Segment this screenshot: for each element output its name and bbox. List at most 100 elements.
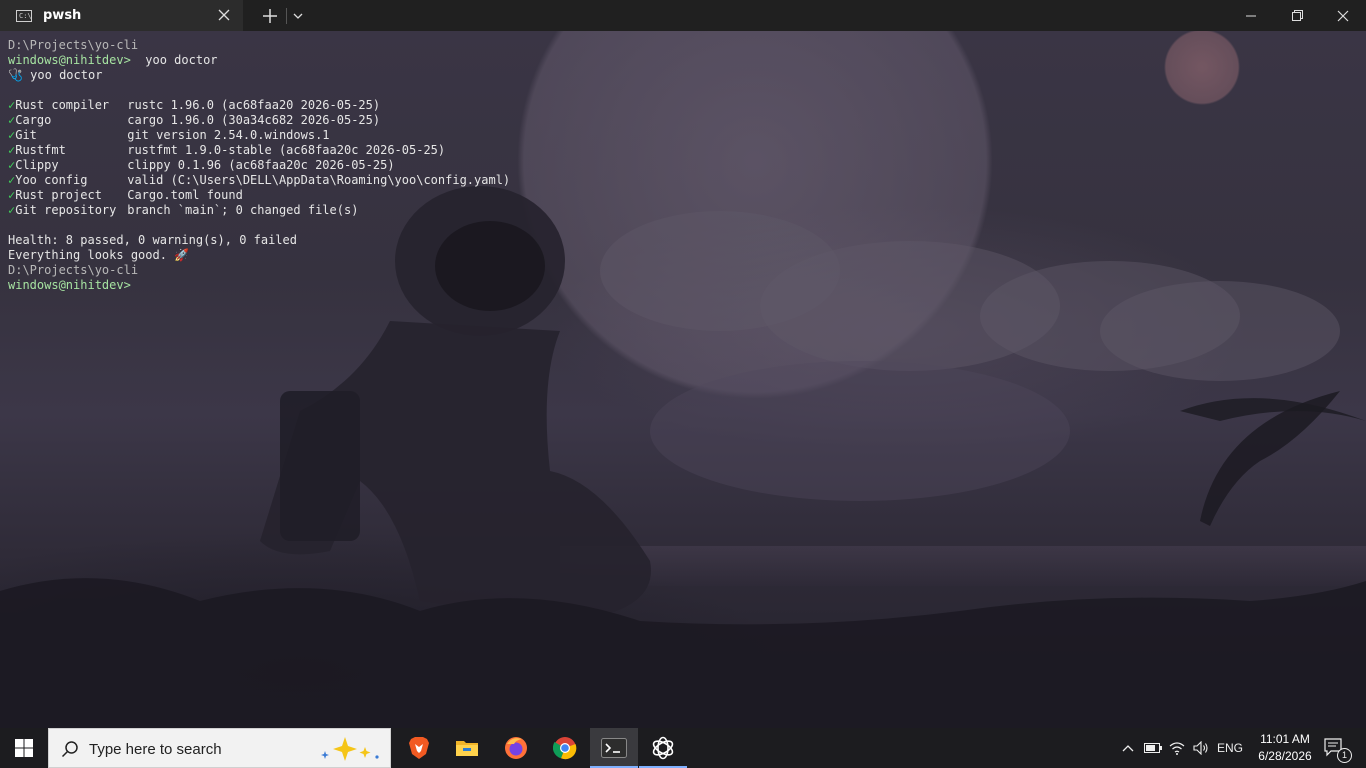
foreground-grass	[0, 578, 1366, 728]
search-box[interactable]: Type here to search	[48, 728, 391, 768]
check-name: Git repository	[15, 203, 117, 217]
notifications-button[interactable]: 1	[1318, 728, 1352, 768]
check-name: Rust project	[15, 188, 102, 202]
check-icon: ✓	[8, 143, 16, 157]
check-value: git version 2.54.0.windows.1	[127, 128, 330, 142]
current-directory: D:\Projects\yo-cli	[8, 263, 139, 277]
language-indicator[interactable]: ENG	[1214, 728, 1246, 768]
new-tab-icon[interactable]	[263, 9, 277, 23]
shell-prompt: windows@nihitdev>	[8, 278, 131, 292]
show-hidden-icons-button[interactable]	[1118, 728, 1138, 768]
taskbar-file-explorer[interactable]	[443, 728, 491, 768]
check-name: Cargo	[15, 113, 52, 127]
check-icon: ✓	[8, 113, 16, 127]
check-icon: ✓	[8, 158, 16, 172]
check-value: cargo 1.96.0 (30a34c682 2026-05-25)	[127, 113, 381, 127]
restore-button[interactable]	[1274, 0, 1320, 31]
terminal-line: ✓Yoo config valid (C:\Users\DELL\AppData\…	[8, 173, 1358, 188]
volume-button[interactable]	[1190, 728, 1212, 768]
terminal-line: Health: 8 passed, 0 warning(s), 0 failed	[8, 233, 1358, 248]
firefox-icon	[505, 737, 527, 759]
terminal-line: ✓Rust compiler rustc 1.96.0 (ac68faa20 20…	[8, 98, 1358, 113]
chevron-up-icon	[1122, 745, 1134, 752]
windows-logo-icon	[15, 739, 33, 757]
terminal-line: D:\Projects\yo-cli	[8, 263, 1358, 278]
check-name: Rust compiler	[15, 98, 110, 112]
search-placeholder: Type here to search	[89, 741, 222, 758]
search-icon	[61, 741, 78, 758]
check-value: branch `main`; 0 changed file(s)	[127, 203, 359, 217]
terminal-line: ✓Git git version 2.54.0.windows.1	[8, 128, 1358, 143]
network-button[interactable]	[1166, 728, 1188, 768]
check-value: clippy 0.1.96 (ac68faa20c 2026-05-25)	[127, 158, 395, 172]
clock[interactable]: 11:01 AM 6/28/2026	[1246, 731, 1324, 765]
window-titlebar: C:\ pwsh	[0, 0, 1366, 31]
close-tab-icon[interactable]	[218, 9, 230, 21]
terminal-icon	[601, 738, 627, 758]
battery-icon	[1144, 743, 1162, 753]
tab-title: pwsh	[43, 8, 82, 23]
speaker-icon	[1193, 741, 1208, 755]
check-value: rustc 1.96.0 (ac68faa20 2026-05-25)	[127, 98, 381, 112]
close-window-button[interactable]	[1320, 0, 1366, 31]
brave-icon	[409, 737, 429, 759]
start-button[interactable]	[0, 728, 48, 768]
plant-silhouette	[1180, 391, 1366, 526]
terminal-line: ✓Clippy clippy 0.1.96 (ac68faa20c 2026-05…	[8, 158, 1358, 173]
terminal-line: Everything looks good. 🚀	[8, 248, 1358, 263]
divider	[286, 8, 287, 24]
taskbar: Type here to search ENG 11:01 AM 6/28/20…	[0, 728, 1366, 768]
chatgpt-icon	[652, 736, 674, 760]
check-name: Yoo config	[15, 173, 88, 187]
minimize-button[interactable]	[1228, 0, 1274, 31]
output-text: 🩺 yoo doctor	[8, 68, 103, 82]
terminal-line: ✓Git repository branch `main`; 0 changed …	[8, 203, 1358, 218]
taskbar-chatgpt[interactable]	[639, 728, 687, 768]
terminal-line: windows@nihitdev>	[8, 278, 1358, 293]
chevron-down-icon[interactable]	[293, 11, 303, 21]
terminal-line: 🩺 yoo doctor	[8, 68, 1358, 83]
notification-badge: 1	[1337, 748, 1352, 763]
check-value: rustfmt 1.9.0-stable (ac68faa20c 2026-05…	[127, 143, 446, 157]
cloud	[650, 361, 1070, 501]
taskbar-chrome[interactable]	[541, 728, 589, 768]
check-icon: ✓	[8, 173, 16, 187]
check-name: Git	[15, 128, 37, 142]
console-icon: C:\	[16, 9, 32, 22]
sparkle-icon[interactable]	[319, 735, 385, 763]
output-text: Everything looks good. 🚀	[8, 248, 190, 262]
check-name: Rustfmt	[15, 143, 66, 157]
chrome-icon	[553, 737, 577, 760]
check-value: Cargo.toml found	[127, 188, 243, 202]
terminal-line: ✓Rustfmt rustfmt 1.9.0-stable (ac68faa20c…	[8, 143, 1358, 158]
taskbar-brave[interactable]	[395, 728, 443, 768]
check-value: valid (C:\Users\DELL\AppData\Roaming\yoo…	[127, 173, 511, 187]
check-icon: ✓	[8, 203, 16, 217]
terminal-line: ✓Cargo cargo 1.96.0 (30a34c682 2026-05-25…	[8, 113, 1358, 128]
check-icon: ✓	[8, 98, 16, 112]
terminal-line: windows@nihitdev> yoo doctor	[8, 53, 1358, 68]
minimize-icon	[1246, 15, 1256, 16]
clock-time: 11:01 AM	[1260, 732, 1310, 746]
output-text: Health: 8 passed, 0 warning(s), 0 failed	[8, 233, 297, 247]
terminal-line: ✓Rust project Cargo.toml found	[8, 188, 1358, 203]
taskbar-terminal[interactable]	[590, 728, 638, 768]
check-name: Clippy	[15, 158, 59, 172]
file-explorer-icon	[456, 741, 478, 756]
shell-prompt: windows@nihitdev>	[8, 53, 131, 67]
battery-button[interactable]	[1142, 728, 1164, 768]
check-icon: ✓	[8, 128, 16, 142]
taskbar-firefox[interactable]	[492, 728, 540, 768]
restore-icon	[1291, 10, 1303, 21]
check-icon: ✓	[8, 188, 16, 202]
wifi-icon	[1169, 742, 1185, 755]
current-directory: D:\Projects\yo-cli	[8, 38, 139, 52]
close-icon	[1337, 10, 1349, 21]
terminal-line: D:\Projects\yo-cli	[8, 38, 1358, 53]
tab-pwsh[interactable]: C:\ pwsh	[0, 0, 243, 31]
command-text: yoo doctor	[130, 53, 218, 67]
clock-date: 6/28/2026	[1258, 749, 1312, 763]
terminal-output[interactable]: D:\Projects\yo-cli windows@nihitdev> yoo …	[8, 38, 1358, 293]
